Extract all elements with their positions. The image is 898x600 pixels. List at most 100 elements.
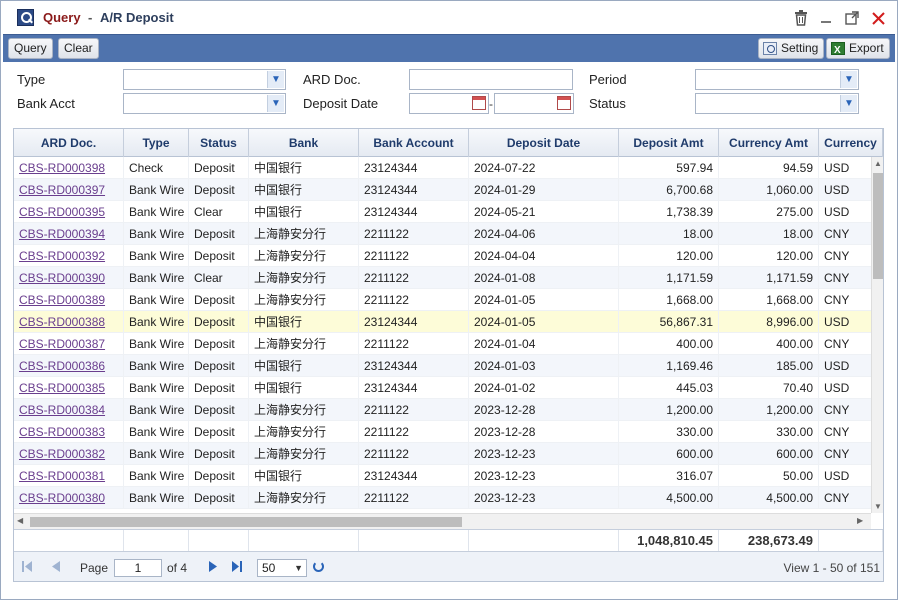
last-page-icon[interactable]	[232, 561, 242, 575]
table-row[interactable]: CBS-RD000382 Bank Wire Deposit 上海静安分行 221112…	[14, 443, 871, 465]
page-size-select[interactable]: 50 ▼	[257, 559, 307, 577]
ard-doc-link[interactable]: CBS-RD000389	[19, 293, 105, 307]
table-row[interactable]: CBS-RD000398 Check Deposit 中国银行 23124344 2024…	[14, 157, 871, 179]
cell-deposit-amt: 600.00	[619, 443, 719, 465]
ard-doc-link[interactable]: CBS-RD000386	[19, 359, 105, 373]
column-header[interactable]: Currency Amt	[719, 129, 819, 157]
setting-button[interactable]: Setting	[758, 38, 825, 59]
cell-currency-amt: 1,171.59	[719, 267, 819, 289]
ard-doc-link[interactable]: CBS-RD000385	[19, 381, 105, 395]
minimize-icon[interactable]	[817, 9, 835, 27]
calendar-icon[interactable]	[557, 96, 571, 110]
column-header[interactable]: Bank Account	[359, 129, 469, 157]
scroll-left-icon[interactable]: ◀	[17, 516, 23, 525]
cell-deposit-amt: 330.00	[619, 421, 719, 443]
column-header[interactable]: Type	[124, 129, 189, 157]
table-row[interactable]: CBS-RD000384 Bank Wire Deposit 上海静安分行 221112…	[14, 399, 871, 421]
ard-doc-link[interactable]: CBS-RD000394	[19, 227, 105, 241]
cell-type: Bank Wire	[124, 179, 189, 201]
ard-doc-link[interactable]: CBS-RD000395	[19, 205, 105, 219]
cell-date: 2024-01-04	[469, 333, 619, 355]
table-row[interactable]: CBS-RD000394 Bank Wire Deposit 上海静安分行 221112…	[14, 223, 871, 245]
scroll-down-icon[interactable]: ▼	[874, 502, 882, 511]
calendar-icon[interactable]	[472, 96, 486, 110]
ard-doc-link[interactable]: CBS-RD000398	[19, 161, 105, 175]
chevron-down-icon: ▼	[267, 71, 284, 88]
ard-doc-link[interactable]: CBS-RD000392	[19, 249, 105, 263]
column-header[interactable]: ARD Doc.	[14, 129, 124, 157]
cell-type: Bank Wire	[124, 487, 189, 509]
ard-doc-link[interactable]: CBS-RD000383	[19, 425, 105, 439]
ard-doc-link[interactable]: CBS-RD000382	[19, 447, 105, 461]
scroll-up-icon[interactable]: ▲	[874, 159, 882, 168]
column-header[interactable]: Bank	[249, 129, 359, 157]
column-header[interactable]: Status	[189, 129, 249, 157]
table-row[interactable]: CBS-RD000386 Bank Wire Deposit 中国银行 23124344…	[14, 355, 871, 377]
total-deposit-amt: 1,048,810.45	[619, 530, 719, 552]
cell-currency: CNY	[819, 267, 871, 289]
cell-deposit-amt: 597.94	[619, 157, 719, 179]
table-row[interactable]: CBS-RD000381 Bank Wire Deposit 中国银行 23124344…	[14, 465, 871, 487]
table-row[interactable]: CBS-RD000392 Bank Wire Deposit 上海静安分行 221112…	[14, 245, 871, 267]
cell-doc: CBS-RD000388	[14, 311, 124, 333]
page-number-input[interactable]: 1	[114, 559, 162, 577]
ard-doc-link[interactable]: CBS-RD000380	[19, 491, 105, 505]
ard-doc-link[interactable]: CBS-RD000387	[19, 337, 105, 351]
ard-doc-link[interactable]: CBS-RD000384	[19, 403, 105, 417]
vertical-scroll-thumb[interactable]	[873, 173, 883, 279]
clear-button[interactable]: Clear	[58, 38, 99, 59]
cell-currency-amt: 8,996.00	[719, 311, 819, 333]
cell-currency-amt: 4,500.00	[719, 487, 819, 509]
bank-acct-select[interactable]: ▼	[123, 93, 286, 114]
vertical-scrollbar[interactable]: ▲ ▼	[871, 157, 883, 513]
column-header[interactable]: Deposit Date	[469, 129, 619, 157]
scroll-right-icon[interactable]: ▶	[857, 516, 863, 525]
table-row[interactable]: CBS-RD000388 Bank Wire Deposit 中国银行 23124344…	[14, 311, 871, 333]
deposit-date-from[interactable]	[409, 93, 489, 114]
deposit-date-to[interactable]	[494, 93, 574, 114]
table-row[interactable]: CBS-RD000380 Bank Wire Deposit 上海静安分行 221112…	[14, 487, 871, 509]
horizontal-scroll-thumb[interactable]	[30, 517, 462, 527]
title-bar: Query - A/R Deposit	[1, 1, 897, 34]
cell-account: 23124344	[359, 157, 469, 179]
table-row[interactable]: CBS-RD000389 Bank Wire Deposit 上海静安分行 221112…	[14, 289, 871, 311]
horizontal-scrollbar[interactable]: ◀ ▶	[14, 513, 871, 529]
type-select[interactable]: ▼	[123, 69, 286, 90]
query-button[interactable]: Query	[8, 38, 53, 59]
ard-doc-input[interactable]	[409, 69, 573, 90]
table-row[interactable]: CBS-RD000385 Bank Wire Deposit 中国银行 23124344…	[14, 377, 871, 399]
prev-page-icon[interactable]	[52, 561, 60, 575]
ard-doc-link[interactable]: CBS-RD000388	[19, 315, 105, 329]
ard-doc-link[interactable]: CBS-RD000390	[19, 271, 105, 285]
close-icon[interactable]	[869, 9, 887, 27]
cell-currency-amt: 1,668.00	[719, 289, 819, 311]
ard-doc-link[interactable]: CBS-RD000381	[19, 469, 105, 483]
setting-label: Setting	[781, 41, 819, 55]
first-page-icon[interactable]	[22, 561, 32, 575]
table-row[interactable]: CBS-RD000390 Bank Wire Clear 上海静安分行 2211122 2…	[14, 267, 871, 289]
next-page-icon[interactable]	[209, 561, 217, 575]
ard-doc-link[interactable]: CBS-RD000397	[19, 183, 105, 197]
table-row[interactable]: CBS-RD000383 Bank Wire Deposit 上海静安分行 221112…	[14, 421, 871, 443]
table-row[interactable]: CBS-RD000397 Bank Wire Deposit 中国银行 23124344…	[14, 179, 871, 201]
cell-bank: 上海静安分行	[249, 245, 359, 267]
trash-icon[interactable]	[792, 9, 810, 27]
status-select[interactable]: ▼	[695, 93, 859, 114]
cell-deposit-amt: 400.00	[619, 333, 719, 355]
cell-bank: 中国银行	[249, 157, 359, 179]
cell-account: 2211122	[359, 399, 469, 421]
refresh-icon[interactable]	[313, 561, 324, 572]
cell-currency: CNY	[819, 333, 871, 355]
column-header[interactable]: Currency	[819, 129, 883, 157]
pager: Page 1 of 4 50 ▼ View 1 - 50 of 151	[14, 551, 883, 581]
table-row[interactable]: CBS-RD000387 Bank Wire Deposit 上海静安分行 221112…	[14, 333, 871, 355]
period-select[interactable]: ▼	[695, 69, 859, 90]
cell-currency-amt: 18.00	[719, 223, 819, 245]
export-button[interactable]: Export	[826, 38, 890, 60]
cell-doc: CBS-RD000380	[14, 487, 124, 509]
table-row[interactable]: CBS-RD000395 Bank Wire Clear 中国银行 23124344 20…	[14, 201, 871, 223]
column-header[interactable]: Deposit Amt	[619, 129, 719, 157]
cell-status: Deposit	[189, 289, 249, 311]
maximize-icon[interactable]	[843, 9, 861, 27]
cell-currency: USD	[819, 355, 871, 377]
